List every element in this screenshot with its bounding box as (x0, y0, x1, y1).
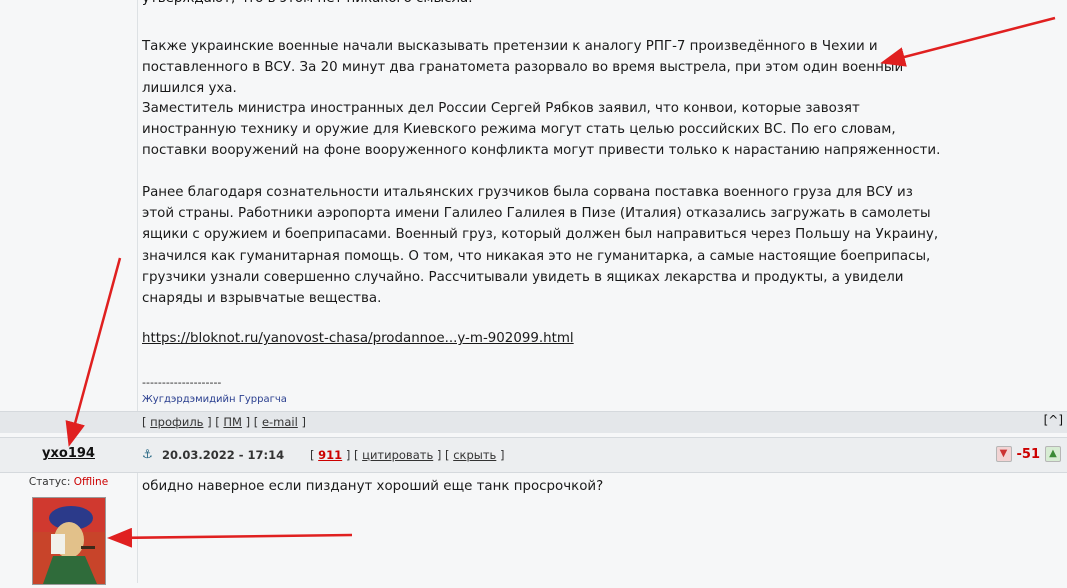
rating: ▼ -51 ▲ (995, 446, 1061, 462)
scroll-top-button[interactable]: [^] (1044, 413, 1063, 427)
signature-name: Жугдэрдэмидийн Гуррагча (142, 394, 287, 405)
thumb-down-icon[interactable]: ▼ (995, 446, 1012, 462)
status-label: Статус: (28, 476, 71, 488)
bracket: [ (310, 448, 315, 462)
post-paragraph-3: Ранее благодаря сознательности итальянск… (142, 185, 939, 307)
avatar (32, 497, 106, 585)
user-status: Статус: Offline (0, 476, 137, 488)
quote-link[interactable]: цитировать (362, 448, 433, 462)
post-number-link[interactable]: 911 (318, 448, 342, 462)
post-paragraph-1: Также украинские военные начали высказыв… (142, 39, 904, 97)
bracket: ] [ (345, 448, 359, 462)
left-column (0, 0, 138, 583)
pm-link[interactable]: ПМ (223, 415, 242, 429)
reply-text: обидно наверное если пизданут хороший ещ… (142, 479, 604, 494)
signature-separator: -------------------- (142, 376, 222, 389)
bracket: ] [ (245, 415, 259, 429)
bracket: ] (301, 415, 306, 429)
thumb-up-icon[interactable]: ▲ (1045, 446, 1061, 462)
profile-link[interactable]: профиль (150, 415, 203, 429)
bracket: ] [ (207, 415, 220, 429)
email-link[interactable]: e-mail (262, 415, 298, 429)
reply-author: yxo194 (0, 446, 137, 461)
status-value: Offline (73, 476, 109, 488)
reply-author-link[interactable]: yxo194 (42, 446, 95, 461)
reply-actions: [ 911 ] [ цитировать ] [ скрыть ] (310, 448, 504, 462)
avatar-portrait (33, 498, 105, 584)
rating-score: -51 (1016, 446, 1041, 462)
arrow-to-avatar (107, 527, 353, 548)
hide-link[interactable]: скрыть (453, 448, 496, 462)
author-links: [ профиль ] [ ПМ ] [ e-mail ] (142, 415, 306, 429)
bracket: ] [ (436, 448, 450, 462)
post-paragraph-2: Заместитель министра иностранных дел Рос… (142, 101, 941, 159)
author-links-bar: [ профиль ] [ ПМ ] [ e-mail ] [^] (0, 411, 1067, 434)
reply-header-bar: yxo194 ⚓ 20.03.2022 - 17:14 [ 911 ] [ ци… (0, 438, 1067, 473)
bracket: [ (142, 415, 147, 429)
reply-date: 20.03.2022 - 17:14 (162, 448, 285, 462)
bracket: ] (499, 448, 505, 462)
post-clipped-line: утверждают, что в этом нет никакого смыс… (142, 0, 472, 9)
source-link[interactable]: https://bloknot.ru/yanovost-chasa/prodan… (142, 328, 574, 349)
anchor-icon[interactable]: ⚓ (142, 447, 153, 461)
